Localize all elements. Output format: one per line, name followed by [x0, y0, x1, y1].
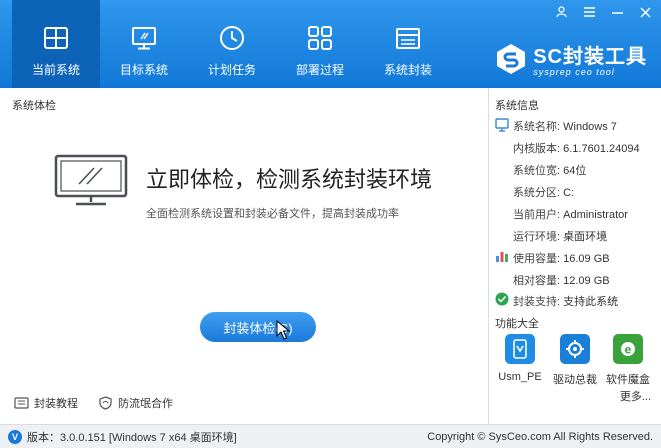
- anti-rogue-link[interactable]: 防流氓合作: [98, 395, 173, 411]
- tool-label: 驱动总裁: [553, 374, 597, 386]
- system-info-title: 系统信息: [495, 100, 539, 112]
- tool-label: 软件魔盒: [606, 374, 650, 386]
- bottom-links: 封装教程 防流氓合作: [14, 395, 173, 411]
- info-row-environment: 运行环境: 桌面环境: [513, 231, 608, 243]
- nav-deploy-process[interactable]: 部署过程: [276, 0, 364, 88]
- mouse-cursor-icon: [276, 320, 290, 340]
- checkup-panel: 系统体检 立即体检，检测系统封装环境 全面检测系统设置和封装必备文件，提高封装成…: [0, 88, 488, 424]
- nav-label: 当前系统: [31, 63, 80, 77]
- usm-pe-icon: [505, 334, 535, 364]
- logo-subtitle: sysprep ceo tool: [533, 67, 615, 77]
- monitor-illustration-icon: [54, 154, 128, 206]
- tool-usm-pe[interactable]: Usm_PE: [495, 334, 545, 383]
- nav-label: 部署过程: [295, 63, 344, 77]
- nav-scheduled-tasks[interactable]: 计划任务: [188, 0, 276, 88]
- logo-title: SC封装工具: [533, 46, 647, 68]
- menu-icon[interactable]: [581, 4, 597, 20]
- software-box-icon: e: [613, 334, 643, 364]
- nav-label: 系统封装: [383, 63, 432, 77]
- info-row-partition: 系统分区: C:: [513, 187, 575, 199]
- svg-text:e: e: [625, 343, 632, 357]
- system-info-panel: 系统信息 系统名称: Windows 7 内核版本: 6.1.7601.2409…: [488, 88, 661, 424]
- info-row-bitness: 系统位宽: 64位: [513, 165, 587, 177]
- nav-system-package[interactable]: 系统封装: [364, 0, 452, 88]
- info-row-os-name: 系统名称: Windows 7: [513, 121, 617, 133]
- package-icon: [396, 28, 420, 49]
- tutorial-label: 封装教程: [34, 398, 78, 410]
- tool-label: Usm_PE: [498, 371, 542, 383]
- title-bar: 当前系统 目标系统 计划任务 部署过程 系统封装 SC封装工具 sysprep …: [0, 0, 661, 88]
- minimize-icon[interactable]: [609, 4, 625, 20]
- section-title: 系统体检: [12, 100, 56, 112]
- info-row-used-capacity: 使用容量: 16.09 GB: [513, 253, 610, 265]
- sc-logo-icon: [497, 43, 526, 74]
- checkup-button[interactable]: 封装体检(S): [200, 312, 316, 342]
- checkup-description: 全面检测系统设置和封装必备文件，提高封装成功率: [146, 208, 399, 220]
- tutorial-link[interactable]: 封装教程: [14, 395, 78, 411]
- version-icon: V: [8, 429, 22, 444]
- window-controls: [553, 4, 653, 20]
- status-bar: V 版本：3.0.0.151 [Windows 7 x64 桌面环境] Copy…: [0, 424, 661, 448]
- info-row-user: 当前用户: Administrator: [513, 209, 628, 221]
- nav-current-system[interactable]: 当前系统: [12, 0, 100, 88]
- shield-icon: [99, 396, 112, 410]
- tool-driver[interactable]: 驱动总裁: [550, 334, 600, 387]
- user-icon[interactable]: [553, 4, 569, 20]
- grid-icon: [308, 26, 332, 50]
- driver-icon: [560, 334, 590, 364]
- more-tools-link[interactable]: 更多...: [620, 388, 651, 404]
- checkup-heading: 立即体检，检测系统封装环境: [146, 167, 433, 192]
- info-row-kernel: 内核版本: 6.1.7601.24094: [513, 143, 640, 155]
- nav-label: 目标系统: [119, 63, 168, 77]
- close-icon[interactable]: [637, 4, 653, 20]
- nav-label: 计划任务: [207, 63, 256, 77]
- anti-rogue-label: 防流氓合作: [118, 398, 173, 410]
- version-text: 版本：3.0.0.151 [Windows 7 x64 桌面环境]: [27, 431, 237, 444]
- monitor-icon: [132, 27, 156, 50]
- tool-software-box[interactable]: e 软件魔盒: [603, 334, 653, 387]
- info-row-package-support: 封装支持: 支持此系统: [513, 296, 619, 308]
- app-logo: SC封装工具 sysprep ceo tool: [495, 40, 647, 77]
- info-row-relative-capacity: 相对容量: 12.09 GB: [513, 275, 610, 287]
- book-icon: [14, 397, 29, 409]
- copyright-text: Copyright © SysCeo.com All Rights Reserv…: [427, 430, 653, 443]
- disk-usage-icon: [496, 252, 508, 262]
- main-nav: 当前系统 目标系统 计划任务 部署过程 系统封装: [12, 0, 452, 88]
- windows-icon: [44, 27, 68, 49]
- nav-target-system[interactable]: 目标系统: [100, 0, 188, 88]
- check-circle-icon: [495, 292, 509, 306]
- tools-title: 功能大全: [495, 318, 539, 330]
- computer-icon: [495, 118, 509, 132]
- clock-icon: [220, 26, 244, 50]
